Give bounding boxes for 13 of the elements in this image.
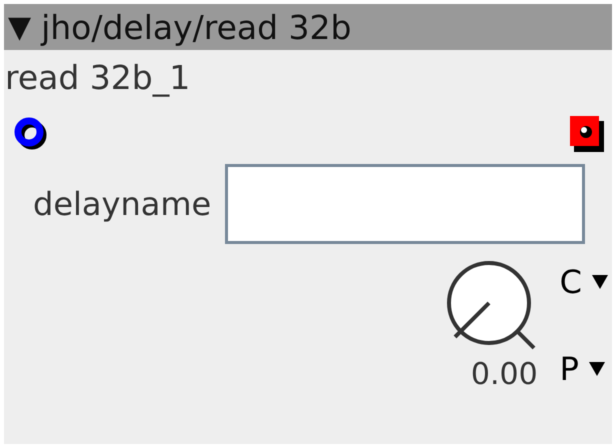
inlet-icon[interactable] [14,117,48,151]
caret-icon [588,361,605,377]
attribute-label: delayname [33,185,212,223]
caret-icon [592,274,608,290]
collapse-marker[interactable]: ▼ [8,10,32,44]
dial-value: 0.00 [470,357,538,392]
mode-dropdown[interactable]: C [560,263,608,301]
mode-dropdown[interactable]: P [560,350,608,388]
delay-name-field[interactable] [225,164,586,244]
instance-name[interactable]: read 32b_1 [5,58,190,97]
object-type: jho/delay/read 32b [41,8,352,46]
object-title-bar[interactable]: ▼ jho/delay/read 32b [4,4,612,50]
outlet-icon[interactable] [570,116,604,152]
